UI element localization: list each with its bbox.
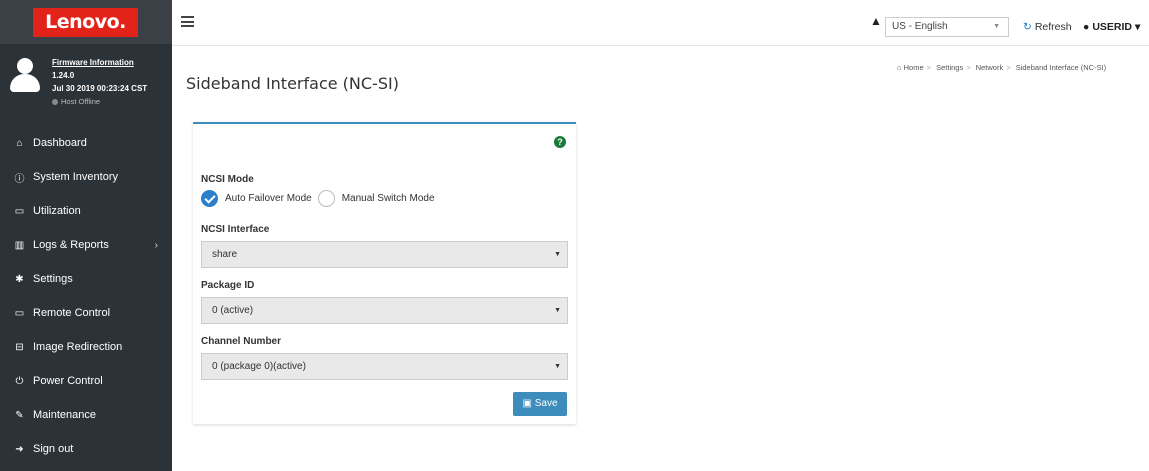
sidebar-item-label: System Inventory	[33, 171, 118, 183]
firmware-info: Firmware Information 1.24.0 Jul 30 2019 …	[52, 56, 147, 108]
floppy-disk-icon: ▣	[522, 398, 532, 409]
help-icon[interactable]: ?	[554, 136, 566, 148]
language-select[interactable]: US - English ▼	[885, 17, 1009, 37]
sidebar-item-remote-control[interactable]: ▭ Remote Control	[0, 296, 172, 330]
sidebar-item-dashboard[interactable]: ⌂ Dashboard	[0, 126, 172, 160]
host-status: Host Offline	[52, 95, 147, 108]
drive-icon: ⊟	[15, 341, 24, 353]
sidebar-item-label: Sign out	[33, 443, 74, 455]
chevron-down-icon: ▼	[554, 307, 561, 314]
breadcrumb-home[interactable]: Home	[904, 63, 924, 72]
manual-switch-radio[interactable]	[317, 190, 335, 207]
sidebar-item-logs-reports[interactable]: ▥ Logs & Reports ›	[0, 228, 172, 262]
user-menu[interactable]: ● USERID ▾	[1083, 17, 1140, 37]
gear-icon: ✱	[15, 273, 24, 285]
refresh-button[interactable]: ↻ Refresh	[1023, 17, 1072, 37]
wrench-icon: ✎	[15, 409, 24, 421]
save-button[interactable]: ▣ Save	[513, 392, 567, 416]
chevron-down-icon: ▼	[554, 363, 561, 370]
sidebar-item-label: Utilization	[33, 205, 81, 217]
lenovo-logo: Lenovo.	[33, 8, 138, 37]
user-avatar-icon	[10, 58, 40, 92]
sidebar-item-label: Power Control	[33, 375, 103, 387]
breadcrumb-current: Sideband Interface (NC-SI)	[1015, 63, 1107, 72]
status-dot-icon	[52, 99, 58, 106]
warning-icon[interactable]: ▲	[870, 14, 882, 28]
ncsi-form-card: ? NCSI Mode Auto Failover Mode Manual Sw…	[193, 122, 576, 424]
bar-chart-icon: ▥	[14, 239, 25, 251]
ncsi-interface-select[interactable]: share ▼	[201, 241, 568, 268]
auto-failover-label: Auto Failover Mode	[225, 193, 312, 204]
sidebar-item-sign-out[interactable]: ➜ Sign out	[0, 432, 172, 466]
sign-out-icon: ➜	[15, 443, 24, 455]
chevron-down-icon: ▼	[554, 251, 561, 258]
info-icon: ⓘ	[14, 173, 25, 185]
package-id-select[interactable]: 0 (active) ▼	[201, 297, 568, 324]
sidebar-item-label: Settings	[33, 273, 73, 285]
breadcrumb-network[interactable]: Network	[976, 63, 1004, 72]
sidebar-item-image-redirection[interactable]: ⊟ Image Redirection	[0, 330, 172, 364]
sidebar-item-label: Remote Control	[33, 307, 111, 319]
laptop-icon: ▭	[14, 205, 25, 217]
monitor-icon: ▭	[14, 307, 25, 319]
channel-number-label: Channel Number	[201, 336, 282, 347]
hamburger-menu-icon[interactable]	[181, 16, 194, 27]
channel-number-select[interactable]: 0 (package 0)(active) ▼	[201, 353, 568, 380]
sidebar-item-settings[interactable]: ✱ Settings	[0, 262, 172, 296]
home-icon: ⌂	[897, 63, 902, 72]
manual-switch-label: Manual Switch Mode	[341, 193, 435, 204]
firmware-version: 1.24.0	[52, 71, 75, 80]
user-icon: ●	[1083, 21, 1090, 33]
sidebar-item-power-control[interactable]: ⏻ Power Control	[0, 364, 172, 398]
chevron-down-icon: ▼	[993, 23, 1000, 30]
chevron-right-icon: ›	[154, 239, 158, 251]
power-icon: ⏻	[15, 375, 24, 387]
sidebar-item-label: Maintenance	[33, 409, 96, 421]
sidebar-item-label: Logs & Reports	[33, 239, 109, 251]
sidebar-item-system-inventory[interactable]: ⓘ System Inventory	[0, 160, 172, 194]
breadcrumb: ⌂ Home > Settings > Network > Sideband Inte…	[897, 63, 1107, 72]
ncsi-mode-label: NCSI Mode	[201, 174, 254, 185]
firmware-info-link[interactable]: Firmware Information	[52, 56, 147, 69]
sidebar-item-label: Image Redirection	[33, 341, 123, 353]
sidebar: Lenovo. Firmware Information 1.24.0 Jul …	[0, 0, 172, 471]
user-panel: Firmware Information 1.24.0 Jul 30 2019 …	[0, 44, 172, 126]
firmware-build-date: Jul 30 2019 00:23:24 CST	[52, 84, 148, 93]
sidebar-item-maintenance[interactable]: ✎ Maintenance	[0, 398, 172, 432]
package-id-label: Package ID	[201, 280, 255, 291]
refresh-icon: ↻	[1023, 21, 1032, 33]
logo-area: Lenovo.	[0, 0, 172, 44]
page-title: Sideband Interface (NC-SI)	[186, 74, 399, 93]
sidebar-item-label: Dashboard	[33, 137, 87, 149]
ncsi-interface-label: NCSI Interface	[201, 224, 270, 235]
sidebar-item-utilization[interactable]: ▭ Utilization	[0, 194, 172, 228]
top-bar: ▲ US - English ▼ ↻ Refresh ● USERID ▾	[172, 0, 1149, 46]
ncsi-mode-radio-group: Auto Failover Mode Manual Switch Mode	[201, 190, 441, 207]
breadcrumb-settings[interactable]: Settings	[936, 63, 963, 72]
home-icon: ⌂	[16, 137, 23, 149]
auto-failover-radio[interactable]	[201, 190, 218, 207]
